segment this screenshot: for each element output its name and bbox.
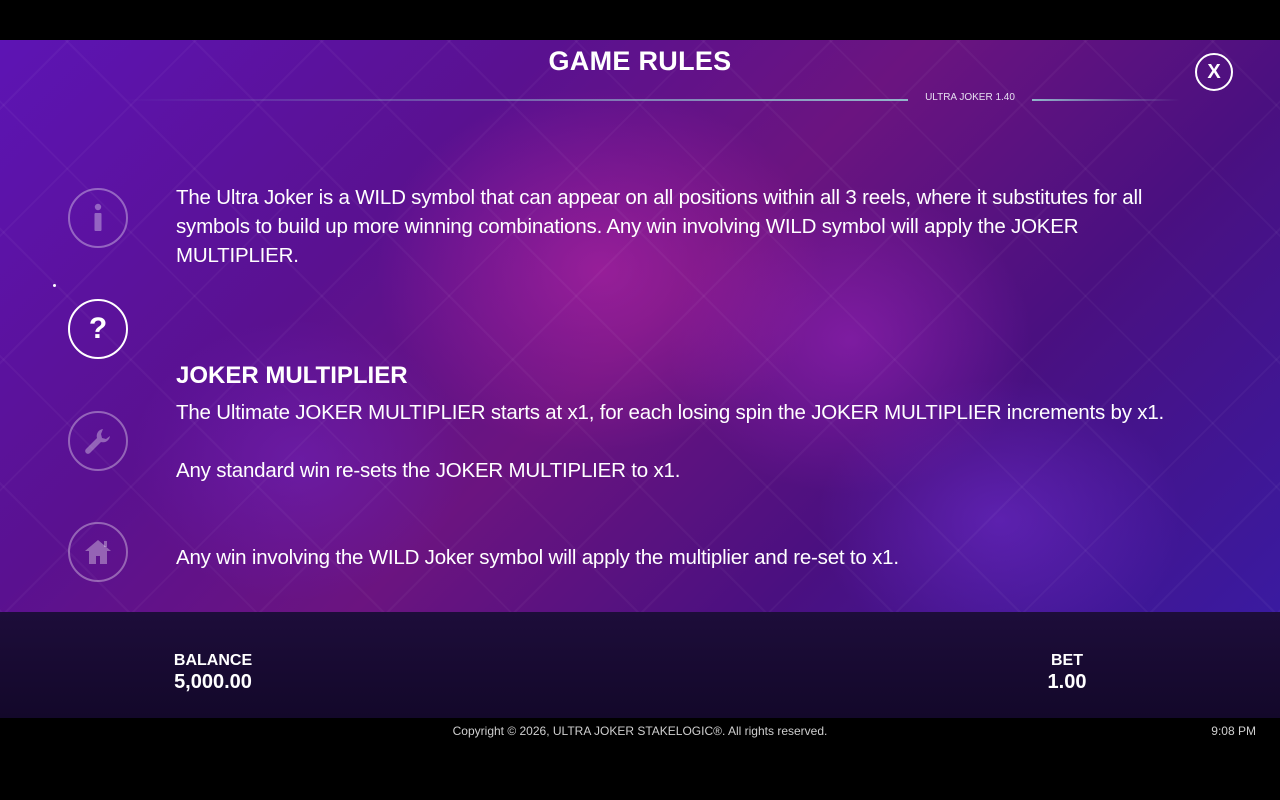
close-button[interactable]: X [1195, 53, 1233, 91]
info-icon [91, 203, 105, 233]
bet-value: 1.00 [1047, 671, 1087, 693]
clock: 9:08 PM [1211, 724, 1256, 738]
nav-settings-button[interactable] [68, 411, 128, 471]
header-divider-right [1032, 99, 1180, 101]
balance-display: BALANCE 5,000.00 [158, 652, 268, 694]
question-icon: ? [88, 312, 108, 345]
copyright-text: Copyright © 2026, ULTRA JOKER STAKELOGIC… [452, 724, 828, 738]
rules-paragraph: Any win involving the WILD Joker symbol … [176, 546, 899, 569]
background-pattern [0, 40, 1280, 612]
rules-paragraph: The Ultimate JOKER MULTIPLIER starts at … [176, 401, 1165, 424]
game-version: ULTRA JOKER 1.40 [925, 92, 1015, 103]
header-divider-left [120, 99, 908, 101]
page-title: GAME RULES [548, 46, 732, 76]
balance-label: BALANCE [173, 652, 253, 669]
bet-display: BET 1.00 [1027, 652, 1107, 694]
status-bar: BALANCE 5,000.00 BET 1.00 [0, 612, 1280, 718]
balance-value: 5,000.00 [174, 671, 252, 693]
nav-rules-button[interactable]: ? [68, 299, 128, 359]
nav-info-button[interactable] [68, 188, 128, 248]
rules-panel [0, 40, 1280, 612]
home-icon [83, 538, 113, 566]
rules-paragraph: Any standard win re-sets the JOKER MULTI… [176, 459, 681, 482]
top-letterbox [0, 0, 1280, 40]
close-icon: X [1207, 60, 1221, 83]
active-indicator-dot [53, 284, 56, 287]
rules-intro-text: The Ultra Joker is a WILD symbol that ca… [176, 186, 1143, 267]
section-heading-joker-multiplier: JOKER MULTIPLIER [176, 362, 408, 389]
bet-label: BET [1051, 652, 1083, 669]
wrench-icon [83, 426, 113, 456]
nav-home-button[interactable] [68, 522, 128, 582]
